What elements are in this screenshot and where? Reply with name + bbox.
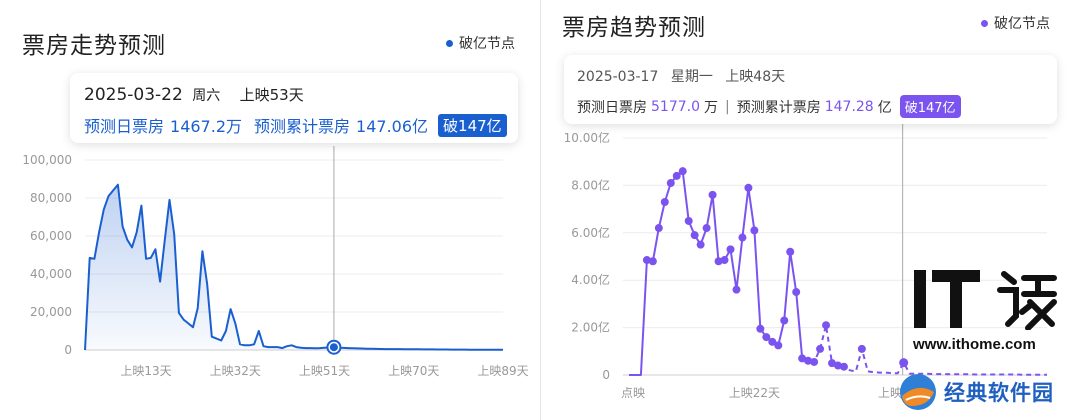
right-data-point: [726, 245, 735, 254]
left-highlight-marker-core: [329, 343, 338, 352]
right-data-point: [648, 257, 657, 266]
left-tooltip-daily-value: 1467.2万: [170, 117, 243, 136]
right-data-point: [839, 362, 848, 371]
left-x-tick-label: 上映89天: [477, 364, 528, 378]
right-y-tick-label: 8.00亿: [571, 177, 610, 192]
right-data-point: [792, 288, 801, 297]
right-y-tick-label: 2.00亿: [571, 320, 610, 335]
right-data-point: [750, 226, 759, 235]
ithome-url: www.ithome.com: [913, 336, 1036, 353]
right-data-point: [666, 179, 675, 188]
right-y-tick-label: 10.00亿: [564, 130, 610, 145]
right-data-point: [696, 240, 705, 249]
right-tooltip-weekday: 星期一: [670, 69, 713, 85]
right-data-point: [786, 247, 795, 256]
left-tooltip-date: 2025-03-22: [84, 85, 183, 105]
left-y-tick-label: 100,000: [22, 153, 72, 167]
right-tooltip: 2025-03-17 星期一 上映48天 预测日票房 5177.0 万 | 预测…: [564, 55, 1057, 124]
left-y-tick-label: 80,000: [30, 191, 72, 205]
left-y-tick-label: 60,000: [30, 229, 72, 243]
ithome-logo: [912, 268, 1062, 334]
site-watermark-text: 经典软件园: [944, 381, 1054, 405]
left-tooltip-total-value: 147.06亿: [356, 117, 429, 136]
right-data-point: [738, 233, 747, 242]
right-y-tick-label: 4.00亿: [571, 272, 610, 287]
left-tooltip-daily-label: 预测日票房: [84, 117, 165, 136]
right-tooltip-day-label: 上映48天: [725, 69, 786, 85]
right-x-tick-label: 点映: [621, 386, 645, 400]
left-x-tick-label: 上映13天: [120, 364, 171, 378]
right-tooltip-total-value: 147.28: [824, 98, 874, 115]
right-data-point: [822, 321, 831, 330]
right-data-point: [660, 197, 669, 206]
right-data-point: [708, 190, 717, 199]
right-data-point: [780, 316, 789, 325]
right-tooltip-separator: |: [725, 98, 730, 115]
right-data-point: [744, 183, 753, 192]
left-area-fill: [85, 184, 503, 350]
right-data-point: [810, 357, 819, 366]
right-tooltip-date: 2025-03-17: [577, 69, 659, 85]
left-x-tick-label: 上映51天: [299, 364, 350, 378]
right-tooltip-daily-label: 预测日票房: [577, 99, 647, 116]
right-data-point: [816, 344, 825, 353]
right-data-point: [720, 256, 729, 265]
right-data-point: [702, 224, 711, 233]
left-tooltip: 2025-03-22 周六 上映53天 预测日票房 1467.2万 预测累计票房…: [70, 73, 518, 143]
right-tooltip-total-label: 预测累计票房: [736, 99, 821, 116]
left-y-tick-label: 20,000: [30, 305, 72, 319]
right-tooltip-badge: 破147亿: [899, 95, 961, 118]
right-data-point: [654, 224, 663, 233]
right-data-point: [690, 231, 699, 240]
site-watermark: 经典软件园: [898, 372, 1054, 412]
left-y-tick-label: 40,000: [30, 267, 72, 281]
left-chart-panel: 票房走势预测 破亿节点 0 20,000 40,000 60,000 80,000 100…: [0, 0, 540, 420]
right-y-tick-label: 6.00亿: [571, 225, 610, 240]
left-box-office-chart[interactable]: 0 20,000 40,000 60,000 80,000 100,000 上映13天 上映3…: [0, 0, 540, 420]
left-x-tick-label: 上映70天: [388, 364, 439, 378]
right-y-tick-label: 0: [602, 368, 610, 382]
right-highlight-marker: [899, 358, 909, 368]
right-data-point: [857, 344, 866, 353]
right-tooltip-total-unit: 亿: [877, 99, 892, 116]
ithome-logo-icon: [914, 270, 1057, 331]
right-data-point: [684, 216, 693, 225]
right-tooltip-daily-unit: 万: [704, 99, 718, 116]
left-x-tick-label: 上映32天: [210, 364, 261, 378]
right-data-point: [732, 285, 741, 294]
left-tooltip-total-label: 预测累计票房: [254, 117, 351, 136]
right-chart-panel: 票房趋势预测 破亿节点 0 2.00亿 4.00亿 6.00亿 8.00亿 10.00亿点…: [541, 0, 1080, 420]
right-data-point: [678, 167, 687, 176]
left-tooltip-weekday: 周六: [192, 88, 221, 104]
left-y-tick-label: 0: [64, 343, 72, 357]
left-tooltip-day-label: 上映53天: [239, 86, 304, 104]
site-logo-icon: [900, 374, 936, 410]
right-tooltip-daily-value: 5177.0: [651, 98, 700, 115]
right-data-point: [756, 324, 765, 333]
right-data-point: [774, 341, 783, 350]
left-tooltip-badge: 破147亿: [438, 113, 507, 137]
right-x-tick-label: 上映22天: [729, 386, 780, 400]
